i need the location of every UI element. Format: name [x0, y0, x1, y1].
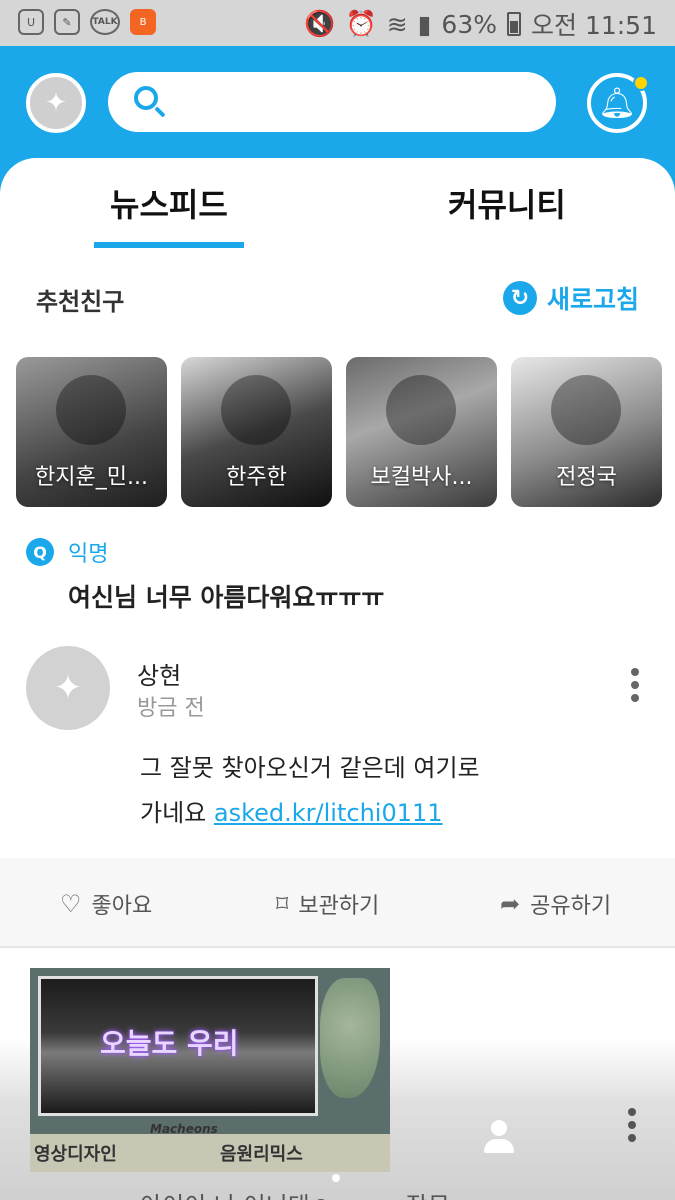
friend-cards: 한지훈_민... 한주한 보컬박사... 전정국	[16, 357, 662, 507]
floating-video-thumbnail[interactable]: 오늘도 우리 Macheons 영상디자인 음원리믹스	[30, 968, 390, 1172]
friend-name: 보컬박사...	[370, 465, 473, 490]
friend-card[interactable]: 한주한	[181, 357, 332, 507]
answer-author-name[interactable]: 상현	[137, 656, 181, 691]
friend-photo	[551, 375, 621, 445]
app-header: ✦ 🔔︎	[0, 46, 675, 176]
share-button[interactable]: ➦ 공유하기	[500, 888, 611, 920]
save-button[interactable]: ⌑ 보관하기	[276, 888, 379, 920]
tab-community[interactable]: 커뮤니티	[448, 180, 566, 226]
tab-newsfeed[interactable]: 뉴스피드	[110, 180, 228, 226]
save-label: 보관하기	[298, 894, 380, 919]
refresh-button[interactable]: ↻ 새로고침	[502, 280, 639, 316]
video-banner-left: 영상디자인	[34, 1144, 117, 1165]
question-text[interactable]: 여신님 너무 아름다워요ㅠㅠㅠ	[68, 578, 384, 614]
answer-link[interactable]: asked.kr/litchi0111	[214, 799, 443, 827]
answer-line-prefix: 가네요	[140, 799, 207, 827]
person-icon[interactable]	[484, 1120, 514, 1154]
share-label: 공유하기	[530, 894, 612, 919]
friend-photo	[221, 375, 291, 445]
answer-line: 가네요 asked.kr/litchi0111	[140, 791, 640, 836]
post-actions: ♡ 좋아요 ⌑ 보관하기 ➦ 공유하기	[0, 858, 675, 948]
more-options-icon[interactable]	[628, 668, 642, 702]
friend-card[interactable]: 전정국	[511, 357, 662, 507]
notification-dot	[633, 75, 649, 91]
tab-bar: 뉴스피드 커뮤니티	[0, 158, 675, 248]
friend-card[interactable]: 한지훈_민...	[16, 357, 167, 507]
signal-icon: ▮	[417, 9, 432, 39]
active-tab-indicator	[94, 242, 244, 248]
default-avatar-icon: ✦	[53, 668, 83, 708]
search-bar[interactable]	[108, 72, 556, 132]
video-caption: Macheons	[150, 1122, 218, 1136]
main-content: 뉴스피드 커뮤니티 추천친구 ↻ 새로고침 한지훈_민... 한주한 보컬박사.…	[0, 158, 675, 1200]
app-notification-icon: U	[18, 9, 44, 35]
pager-dot	[332, 1174, 340, 1182]
map-graphic	[320, 978, 380, 1098]
bell-icon: 🔔︎	[597, 85, 637, 121]
mute-icon: 🔇	[304, 9, 336, 38]
question-badge-icon: Q	[26, 538, 54, 566]
default-avatar-icon: ✦	[45, 88, 67, 118]
question-author-label: 익명	[68, 542, 109, 567]
question-author: Q 익명	[26, 536, 108, 568]
friend-name: 한지훈_민...	[35, 465, 148, 490]
alarm-icon: ⏰	[345, 9, 377, 38]
clock: 오전 11:51	[531, 11, 657, 40]
friend-photo	[56, 375, 126, 445]
answer-line: 그 잘못 찾아오신거 같은데 여기로	[140, 754, 480, 782]
app-badge-icon: B	[130, 9, 156, 35]
refresh-icon: ↻	[502, 281, 537, 315]
heart-icon: ♡	[60, 890, 82, 918]
profile-avatar-button[interactable]: ✦	[26, 73, 86, 133]
like-label: 좋아요	[91, 894, 153, 919]
answer-body: 그 잘못 찾아오신거 같은데 여기로 가네요 asked.kr/litchi01…	[140, 746, 640, 836]
more-options-icon[interactable]	[628, 1108, 636, 1142]
answer-avatar[interactable]: ✦	[26, 646, 110, 730]
status-bar: U ✎ TALK B 🔇 ⏰ ≋ ▮ 63% 오전 11:51	[0, 0, 675, 46]
battery-icon	[507, 12, 521, 36]
refresh-label: 새로고침	[546, 285, 639, 314]
like-button[interactable]: ♡ 좋아요	[60, 888, 152, 920]
search-icon	[134, 86, 158, 110]
answer-timestamp: 방금 전	[137, 696, 205, 721]
kakaotalk-icon: TALK	[90, 9, 120, 35]
friend-photo	[386, 375, 456, 445]
battery-percent: 63%	[441, 9, 497, 39]
friend-card[interactable]: 보컬박사...	[346, 357, 497, 507]
video-banner-right: 음원리믹스	[220, 1144, 303, 1165]
notification-button[interactable]: 🔔︎	[587, 73, 649, 133]
bookmark-icon: ⌑	[276, 890, 289, 918]
pill-icon: ✎	[54, 9, 80, 35]
recommended-friends-title: 추천친구	[36, 288, 125, 316]
share-icon: ➦	[500, 890, 521, 918]
friend-name: 전정국	[556, 465, 617, 490]
next-post-text: 아이이 나 어니댄ㅇㅠㅠㅠ 작무	[140, 1186, 450, 1200]
wifi-icon: ≋	[386, 9, 408, 39]
friend-name: 한주한	[226, 465, 287, 490]
video-title: 오늘도 우리	[100, 1027, 239, 1060]
